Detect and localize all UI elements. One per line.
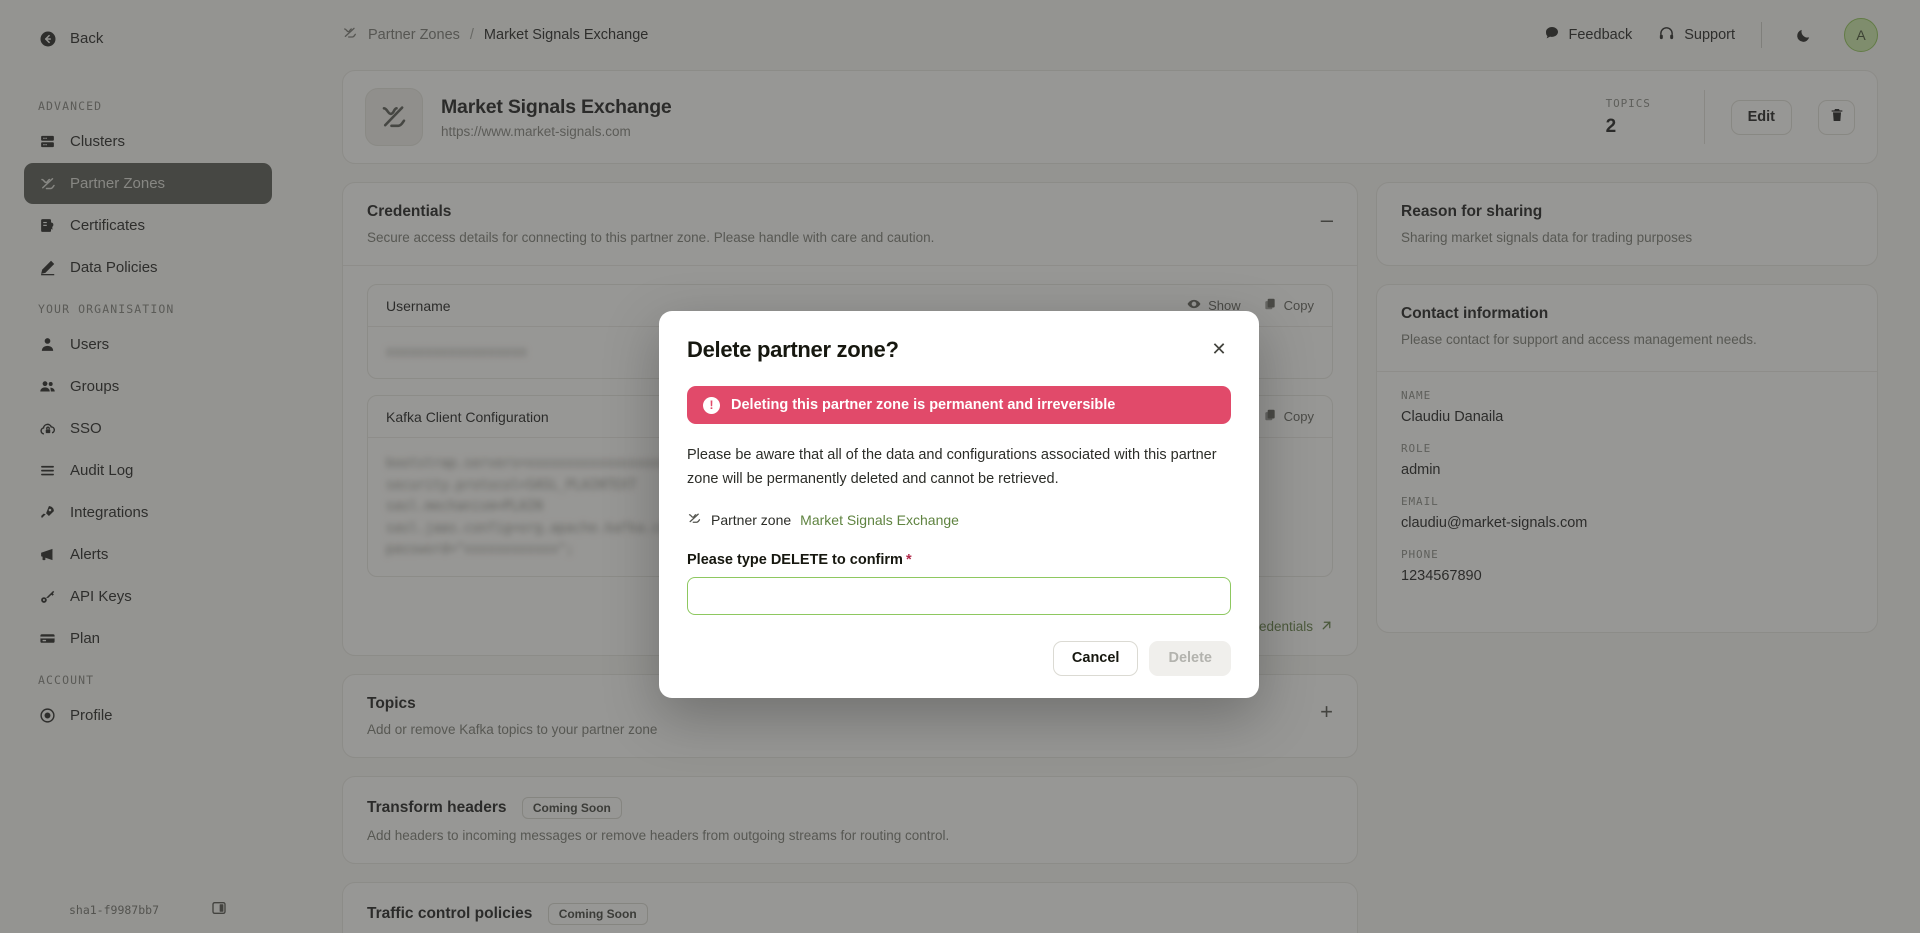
modal-actions: Cancel Delete [687, 640, 1231, 676]
app-root: Back ADVANCED Clusters Partner Zones [0, 0, 1920, 933]
modal-entity-value: Market Signals Exchange [800, 511, 959, 528]
modal-entity-row: Partner zone Market Signals Exchange [687, 511, 1231, 529]
cancel-button[interactable]: Cancel [1052, 640, 1139, 676]
delete-confirm-input[interactable] [687, 576, 1231, 615]
delete-partner-zone-modal: Delete partner zone? ✕ ! Deleting this p… [659, 311, 1259, 698]
modal-entity-label: Partner zone [711, 511, 792, 528]
close-icon[interactable]: ✕ [1207, 337, 1231, 361]
danger-alert-banner: ! Deleting this partner zone is permanen… [687, 386, 1231, 424]
confirm-field-label: Please type DELETE to confirm * [687, 552, 1231, 568]
confirm-delete-button: Delete [1149, 640, 1231, 676]
partner-zones-icon [687, 511, 702, 529]
modal-header: Delete partner zone? ✕ [687, 337, 1231, 363]
modal-body-text: Please be aware that all of the data and… [687, 447, 1217, 487]
required-indicator: * [905, 551, 912, 568]
danger-alert-text: Deleting this partner zone is permanent … [731, 397, 1116, 413]
modal-title: Delete partner zone? [687, 337, 899, 362]
confirm-field-label-text: Please type DELETE to confirm [687, 551, 903, 568]
alert-exclamation-icon: ! [703, 396, 720, 414]
